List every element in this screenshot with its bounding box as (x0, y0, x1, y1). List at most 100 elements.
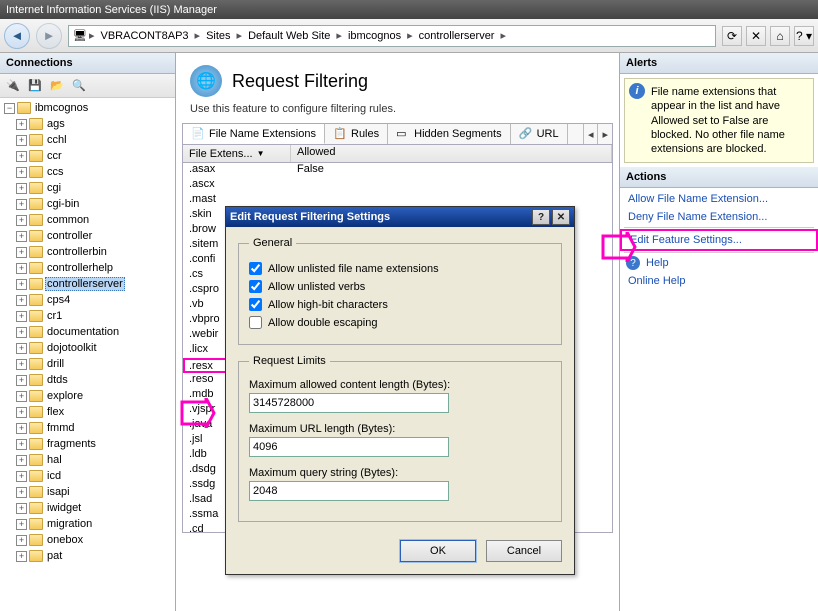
refresh-icon[interactable]: ⟳ (722, 26, 742, 46)
allow-unlisted-extensions-checkbox[interactable] (249, 262, 262, 275)
forward-button[interactable]: ► (36, 23, 62, 49)
max-url-label: Maximum URL length (Bytes): (249, 423, 551, 435)
request-limits-group: Request Limits Maximum allowed content l… (238, 355, 562, 522)
tree-item[interactable]: +migration (0, 516, 175, 532)
edit-request-filtering-dialog: Edit Request Filtering Settings ? ✕ Gene… (225, 206, 575, 575)
dialog-close-button[interactable]: ✕ (552, 209, 570, 225)
tree-item[interactable]: +cgi (0, 180, 175, 196)
max-content-input[interactable] (249, 393, 449, 413)
tree-item[interactable]: +ags (0, 116, 175, 132)
tree-item[interactable]: +isapi (0, 484, 175, 500)
breadcrumb-item[interactable]: VBRACONT8AP3 (97, 30, 193, 42)
tree-item[interactable]: +icd (0, 468, 175, 484)
server-icon: 🖥 (73, 29, 87, 42)
ok-button[interactable]: OK (400, 540, 476, 562)
allow-highbit-checkbox[interactable] (249, 298, 262, 311)
actions-list: Allow File Name Extension... Deny File N… (620, 188, 818, 292)
up-icon[interactable]: 📂 (48, 77, 66, 95)
general-legend: General (249, 237, 296, 249)
cancel-button[interactable]: Cancel (486, 540, 562, 562)
allow-double-escaping-checkbox[interactable] (249, 316, 262, 329)
dialog-titlebar[interactable]: Edit Request Filtering Settings ? ✕ (226, 207, 574, 227)
breadcrumb-item[interactable]: ibmcognos (344, 30, 405, 42)
tab-hidden-segments[interactable]: ▭Hidden Segments (388, 124, 510, 144)
window-title: Internet Information Services (IIS) Mana… (6, 4, 217, 16)
url-icon: 🔗 (519, 127, 533, 141)
breadcrumb[interactable]: 🖥 ▸ VBRACONT8AP3▸ Sites▸ Default Web Sit… (68, 25, 716, 47)
stop-icon[interactable]: ✕ (746, 26, 766, 46)
tree-item[interactable]: +fmmd (0, 420, 175, 436)
list-item[interactable]: .asaxFalse (183, 163, 612, 178)
tree-item[interactable]: +onebox (0, 532, 175, 548)
max-url-input[interactable] (249, 437, 449, 457)
page-title: Request Filtering (232, 71, 368, 92)
info-icon: i (629, 83, 645, 99)
tree-item[interactable]: +explore (0, 388, 175, 404)
tree-item[interactable]: +pat (0, 548, 175, 564)
tree-item[interactable]: +fragments (0, 436, 175, 452)
tree-item[interactable]: +ccr (0, 148, 175, 164)
tree-item[interactable]: +controllerbin (0, 244, 175, 260)
dialog-help-button[interactable]: ? (532, 209, 550, 225)
actions-header: Actions (620, 167, 818, 188)
tree-item[interactable]: −ibmcognos (0, 100, 175, 116)
tab-url[interactable]: 🔗URL (511, 124, 568, 144)
tree-item[interactable]: +controllerserver (0, 276, 175, 292)
action-deny-extension[interactable]: Deny File Name Extension... (620, 208, 818, 226)
tab-file-extensions[interactable]: 📄File Name Extensions (183, 124, 325, 144)
tree-item[interactable]: +controllerhelp (0, 260, 175, 276)
breadcrumb-item[interactable]: Default Web Site (244, 30, 334, 42)
tree-item[interactable]: +cchl (0, 132, 175, 148)
column-allowed[interactable]: Allowed (291, 145, 612, 162)
alert-message: i File name extensions that appear in th… (624, 78, 814, 163)
file-icon: 📄 (191, 127, 205, 141)
action-help[interactable]: Help (620, 254, 818, 272)
allow-unlisted-verbs-checkbox[interactable] (249, 280, 262, 293)
back-button[interactable]: ◄ (4, 23, 30, 49)
action-online-help[interactable]: Online Help (620, 272, 818, 290)
tree-item[interactable]: +cr1 (0, 308, 175, 324)
save-icon[interactable]: 💾 (26, 77, 44, 95)
tree-item[interactable]: +documentation (0, 324, 175, 340)
breadcrumb-item[interactable]: controllerserver (415, 30, 499, 42)
tree-item[interactable]: +iwidget (0, 500, 175, 516)
tab-scroll-left[interactable]: ◂ (583, 124, 598, 144)
max-query-label: Maximum query string (Bytes): (249, 467, 551, 479)
rules-icon: 📋 (333, 127, 347, 141)
tree-item[interactable]: +drill (0, 356, 175, 372)
tree-item[interactable]: +hal (0, 452, 175, 468)
dialog-title: Edit Request Filtering Settings (230, 211, 390, 223)
tree-item[interactable]: +flex (0, 404, 175, 420)
list-header: File Extens... ▼ Allowed (182, 145, 613, 163)
tree-item[interactable]: +common (0, 212, 175, 228)
tab-rules[interactable]: 📋Rules (325, 124, 388, 144)
max-content-label: Maximum allowed content length (Bytes): (249, 379, 551, 391)
tree-item[interactable]: +cps4 (0, 292, 175, 308)
alerts-header: Alerts (620, 53, 818, 74)
refresh-tree-icon[interactable]: 🔍 (70, 77, 88, 95)
tab-scroll-right[interactable]: ▸ (597, 124, 612, 144)
general-group: General Allow unlisted file name extensi… (238, 237, 562, 345)
tree-item[interactable]: +dojotoolkit (0, 340, 175, 356)
connections-toolbar: 🔌 💾 📂 🔍 (0, 74, 175, 98)
connect-icon[interactable]: 🔌 (4, 77, 22, 95)
max-query-input[interactable] (249, 481, 449, 501)
list-item[interactable]: .ascx (183, 178, 612, 193)
connections-panel: Connections 🔌 💾 📂 🔍 −ibmcognos+ags+cchl+… (0, 53, 176, 611)
breadcrumb-item[interactable]: Sites (202, 30, 234, 42)
home-icon[interactable]: ⌂ (770, 26, 790, 46)
help-dropdown-icon[interactable]: ? ▾ (794, 26, 814, 46)
window-titlebar: Internet Information Services (IIS) Mana… (0, 0, 818, 19)
page-description: Use this feature to configure filtering … (176, 103, 619, 123)
navigation-bar: ◄ ► 🖥 ▸ VBRACONT8AP3▸ Sites▸ Default Web… (0, 19, 818, 53)
tree-item[interactable]: +cgi-bin (0, 196, 175, 212)
action-edit-feature-settings[interactable]: Edit Feature Settings... (620, 229, 818, 251)
column-file-extension[interactable]: File Extens... ▼ (183, 145, 291, 162)
tree-item[interactable]: +ccs (0, 164, 175, 180)
action-allow-extension[interactable]: Allow File Name Extension... (620, 190, 818, 208)
tree-item[interactable]: +dtds (0, 372, 175, 388)
connections-header: Connections (0, 53, 175, 74)
tab-strip: 📄File Name Extensions 📋Rules ▭Hidden Seg… (182, 123, 613, 145)
tree-item[interactable]: +controller (0, 228, 175, 244)
connections-tree[interactable]: −ibmcognos+ags+cchl+ccr+ccs+cgi+cgi-bin+… (0, 98, 175, 611)
